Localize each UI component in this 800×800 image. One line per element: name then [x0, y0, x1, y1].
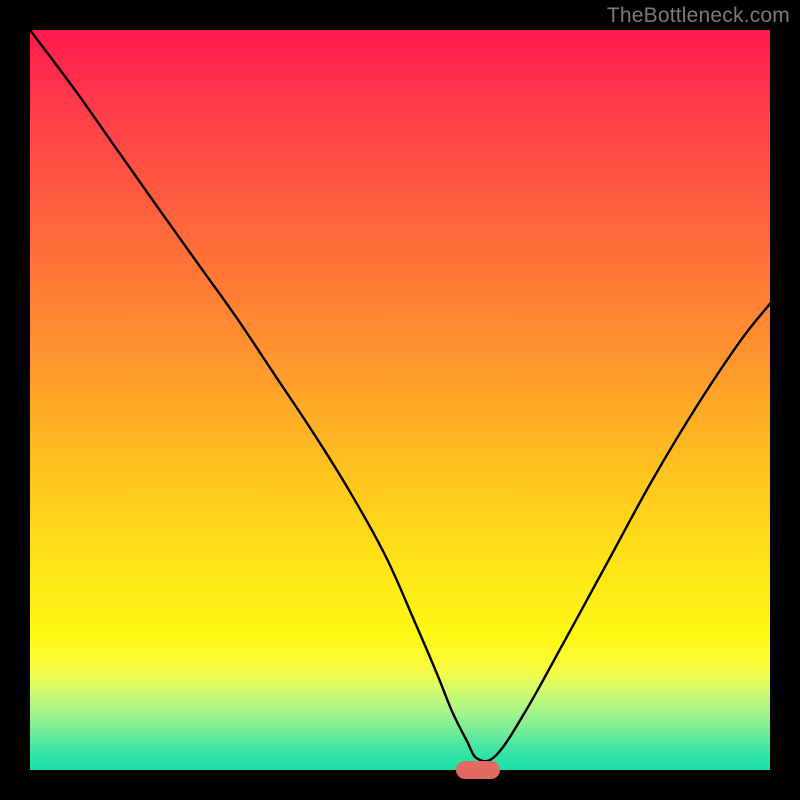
attribution-label: TheBottleneck.com [607, 4, 790, 28]
chart-frame: TheBottleneck.com [0, 0, 800, 800]
plot-area [30, 30, 770, 770]
bottleneck-curve [30, 30, 770, 770]
optimal-range-marker [456, 761, 500, 779]
